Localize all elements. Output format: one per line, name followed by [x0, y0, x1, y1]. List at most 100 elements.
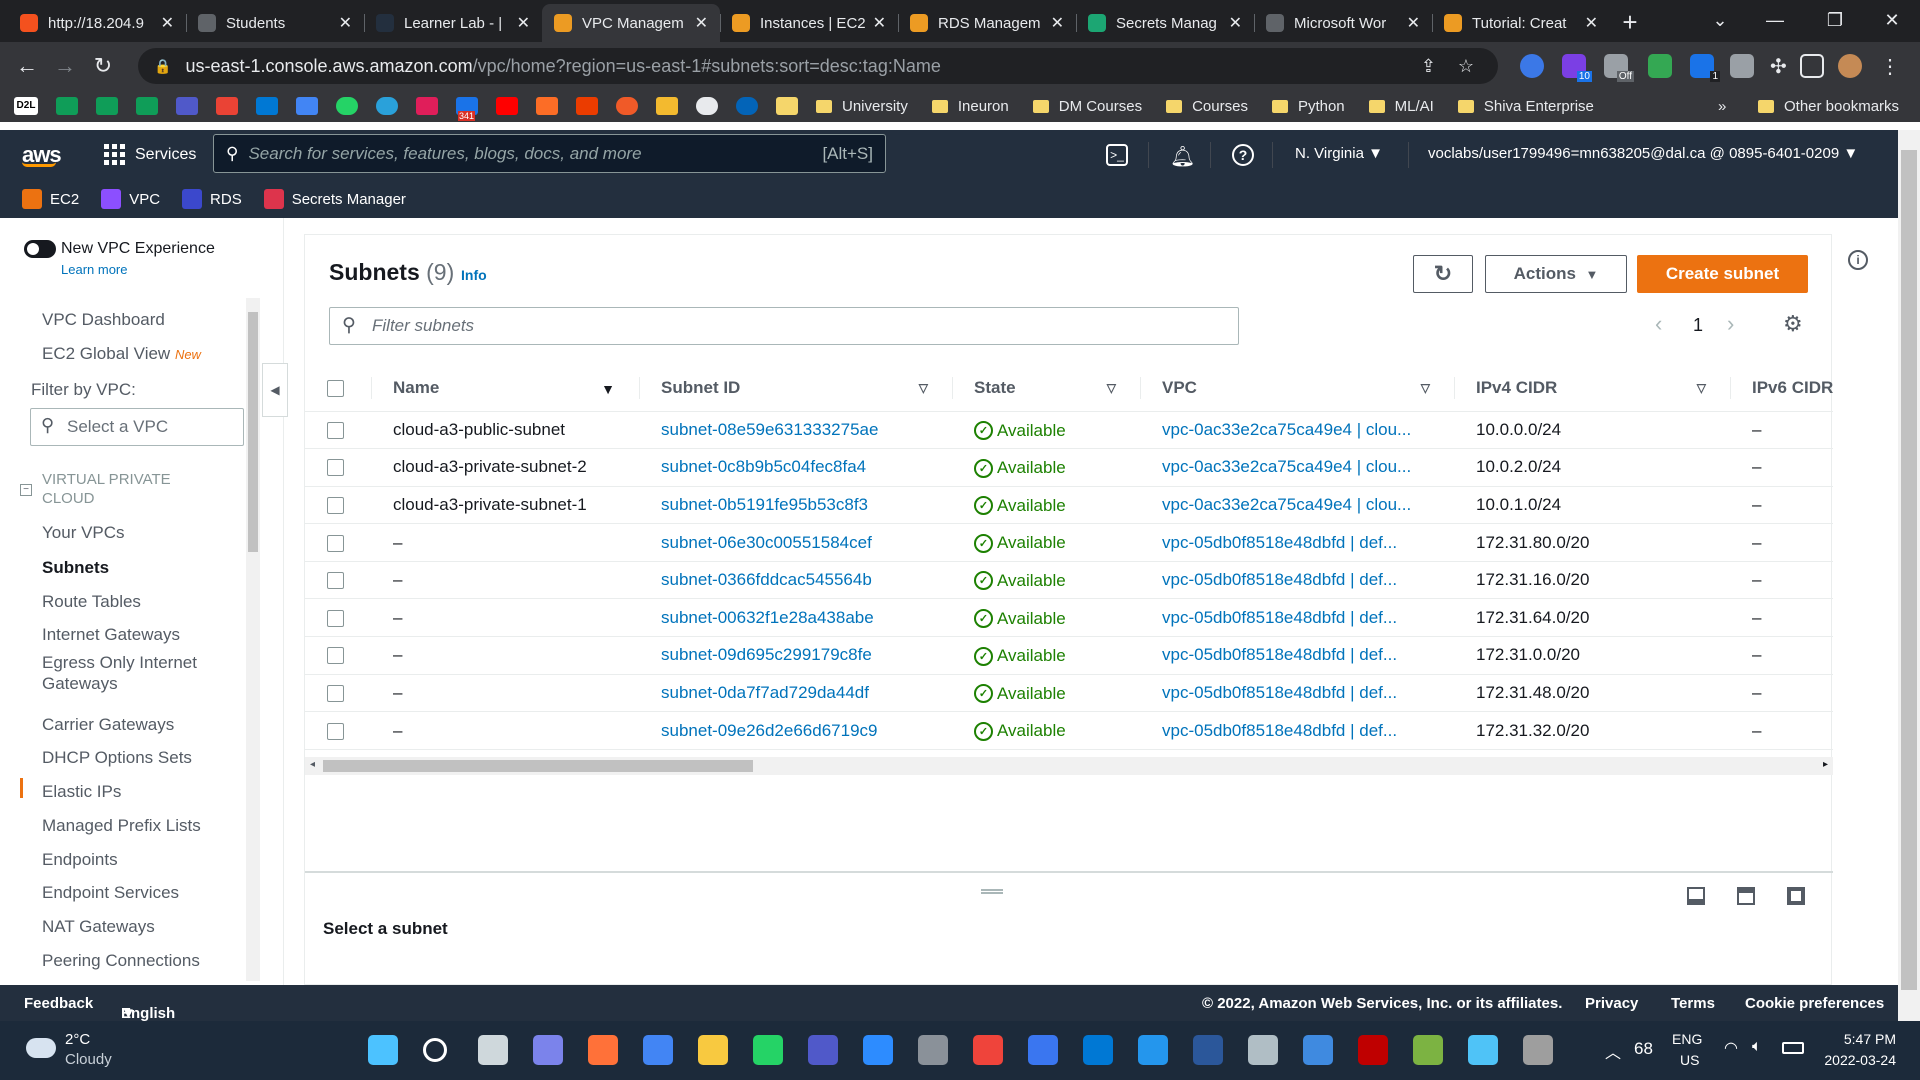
anydesk-icon[interactable] — [973, 1035, 1003, 1065]
table-row[interactable]: – subnet-0366fddcac545564b ✓ Available vpc-0… — [305, 561, 1833, 600]
select-all-checkbox[interactable] — [327, 379, 344, 397]
table-row[interactable]: – subnet-09d695c299179c8fe ✓ Available vpc-0… — [305, 636, 1833, 675]
create-subnet-button[interactable]: Create subnet — [1637, 255, 1808, 293]
maximize-button[interactable]: ❐ — [1805, 0, 1865, 42]
input-language[interactable]: ENG — [1672, 1031, 1702, 1047]
clock-time[interactable]: 5:47 PM — [1844, 1031, 1896, 1047]
calendar-bookmark-icon[interactable] — [296, 97, 318, 115]
vpc-link[interactable]: vpc-05db0f8518e48dbfd | def... — [1140, 636, 1454, 675]
browser-menu-icon[interactable]: ⋮ — [1878, 54, 1902, 78]
subnet-id-link[interactable]: subnet-00632f1e28a438abe — [639, 598, 952, 638]
column-header-name[interactable]: Name ▼ — [371, 365, 639, 412]
preferences-gear-icon[interactable]: ⚙ — [1783, 311, 1803, 337]
favorite-vpc[interactable]: VPC — [101, 189, 160, 209]
account-menu[interactable]: voclabs/user1799496=mn638205@dal.ca @ 08… — [1428, 145, 1858, 162]
browser-tab[interactable]: RDS Managem ✕ — [898, 4, 1076, 42]
onedrive-bookmark-icon[interactable] — [736, 97, 758, 115]
vscode-icon[interactable] — [1083, 1035, 1113, 1065]
d2l-bookmark-icon[interactable]: D2L — [14, 97, 38, 115]
table-row[interactable]: – subnet-00632f1e28a438abe ✓ Available vpc-0… — [305, 598, 1833, 638]
gitlab-bookmark-icon[interactable] — [536, 97, 558, 115]
word-icon[interactable] — [1193, 1035, 1223, 1065]
sidebar-scrollbar[interactable] — [246, 298, 260, 981]
camera-icon[interactable] — [1730, 54, 1754, 78]
extension-icon[interactable] — [1520, 54, 1544, 78]
sheets-bookmark-icon[interactable] — [96, 97, 118, 115]
close-tab-icon[interactable]: ✕ — [873, 13, 886, 33]
panel-side-icon[interactable] — [1737, 887, 1755, 905]
extensions-puzzle-icon[interactable]: ✣ — [1770, 54, 1794, 78]
bookmark-folder[interactable]: ML/AI — [1368, 98, 1434, 115]
vpc-select[interactable]: ⚲ Select a VPC — [30, 408, 244, 446]
sheets-bookmark-icon[interactable] — [136, 97, 158, 115]
minimize-button[interactable]: — — [1745, 0, 1805, 42]
table-row[interactable]: – subnet-0da7f7ad729da44df ✓ Available vpc-0… — [305, 674, 1833, 713]
close-tab-icon[interactable]: ✕ — [517, 13, 530, 33]
whatsapp-icon[interactable] — [753, 1035, 783, 1065]
bookmark-folder[interactable]: Python — [1271, 98, 1345, 115]
panel-bottom-icon[interactable] — [1687, 887, 1705, 905]
new-tab-button[interactable]: + — [1610, 4, 1650, 42]
subnet-id-link[interactable]: subnet-0c8b9b5c04fec8fa4 — [639, 448, 952, 487]
row-checkbox[interactable] — [327, 497, 344, 514]
privacy-link[interactable]: Privacy — [1585, 995, 1638, 1012]
learn-more-link[interactable]: Learn more — [61, 262, 127, 277]
subnet-id-link[interactable]: subnet-09d695c299179c8fe — [639, 636, 952, 675]
youtube-bookmark-icon[interactable] — [496, 97, 518, 115]
sidebar-item-ec2-global-view[interactable]: EC2 Global View New — [42, 344, 201, 364]
vpc-link[interactable]: vpc-0ac33e2ca75ca49e4 | clou... — [1140, 448, 1454, 487]
sidebar-item-endpoints[interactable]: Endpoints — [42, 850, 118, 870]
weather-cloud-icon[interactable] — [26, 1038, 56, 1058]
extension-icon[interactable]: 1 — [1690, 54, 1720, 82]
column-header-ipv6-cidr[interactable]: IPv6 CIDR — [1730, 365, 1833, 412]
calculator-icon[interactable] — [918, 1035, 948, 1065]
sidebar-item-managed-prefix-lists[interactable]: Managed Prefix Lists — [42, 816, 201, 836]
sheets-bookmark-icon[interactable] — [56, 97, 78, 115]
reload-icon[interactable]: ↻ — [84, 53, 122, 79]
table-row[interactable]: – subnet-06e30c00551584cef ✓ Available vpc-0… — [305, 523, 1833, 562]
sidebar-item-vpc-dashboard[interactable]: VPC Dashboard — [42, 310, 165, 330]
subnet-id-link[interactable]: subnet-0b5191fe95b53c8f3 — [639, 486, 952, 525]
page-number[interactable]: 1 — [1693, 315, 1703, 336]
row-checkbox[interactable] — [327, 684, 344, 702]
help-icon[interactable]: ? — [1232, 144, 1254, 166]
side-panel-icon[interactable] — [1800, 54, 1824, 78]
sidebar-item-elastic-ips[interactable]: Elastic IPs — [42, 782, 121, 802]
docker-icon[interactable] — [1138, 1035, 1168, 1065]
wordpress-bookmark-icon[interactable] — [696, 97, 718, 115]
browser-tab[interactable]: Learner Lab - | ✕ — [364, 4, 542, 42]
settings-icon[interactable] — [1523, 1035, 1553, 1065]
extension-icon[interactable]: Off — [1604, 54, 1634, 82]
vpc-link[interactable]: vpc-05db0f8518e48dbfd | def... — [1140, 523, 1454, 562]
cloudshell-icon[interactable]: >_ — [1106, 144, 1128, 166]
bookmark-star-icon[interactable]: ☆ — [1458, 56, 1474, 77]
page-scrollbar[interactable] — [1898, 130, 1920, 1021]
bookmark-folder[interactable]: Shiva Enterprise — [1457, 98, 1594, 115]
scrollbar-thumb[interactable] — [248, 312, 258, 552]
chrome-icon[interactable] — [643, 1035, 673, 1065]
tray-overflow-icon[interactable]: ︿ — [1605, 1039, 1621, 1063]
sidebar-item-egress-only-internet-gateways[interactable]: Egress Only Internet Gateways — [42, 652, 212, 694]
notifications-bell-icon[interactable]: 🔔︎ — [1170, 144, 1195, 169]
tab-search-icon[interactable]: ⌄ — [1690, 0, 1750, 42]
next-page-icon[interactable]: › — [1727, 311, 1734, 337]
resize-handle-icon[interactable] — [981, 889, 1003, 894]
table-horizontal-scrollbar[interactable]: ◂ ▸ — [305, 757, 1833, 775]
row-checkbox[interactable] — [327, 459, 344, 477]
subnet-id-link[interactable]: subnet-08e59e631333275ae — [639, 411, 952, 450]
sidebar-item-peering-connections[interactable]: Peering Connections — [42, 951, 200, 971]
sidebar-item-your-vpcs[interactable]: Your VPCs — [42, 523, 125, 543]
binance-bookmark-icon[interactable] — [656, 97, 678, 115]
browser-tab[interactable]: Tutorial: Creat ✕ — [1432, 4, 1610, 42]
subnet-id-link[interactable]: subnet-06e30c00551584cef — [639, 523, 952, 562]
outlook-bookmark-icon[interactable] — [256, 97, 278, 115]
browser-tab[interactable]: http://18.204.9 ✕ — [8, 4, 186, 42]
windows-start-icon[interactable] — [368, 1035, 398, 1065]
new-experience-toggle[interactable] — [24, 240, 56, 258]
scroll-right-icon[interactable]: ▸ — [1823, 759, 1828, 770]
vpc-link[interactable]: vpc-05db0f8518e48dbfd | def... — [1140, 598, 1454, 638]
refresh-button[interactable]: ↻ — [1413, 255, 1473, 293]
folder-icon[interactable] — [776, 97, 798, 115]
sidebar-item-nat-gateways[interactable]: NAT Gateways — [42, 917, 155, 937]
table-row[interactable]: cloud-a3-public-subnet subnet-08e59e63133… — [305, 411, 1833, 450]
